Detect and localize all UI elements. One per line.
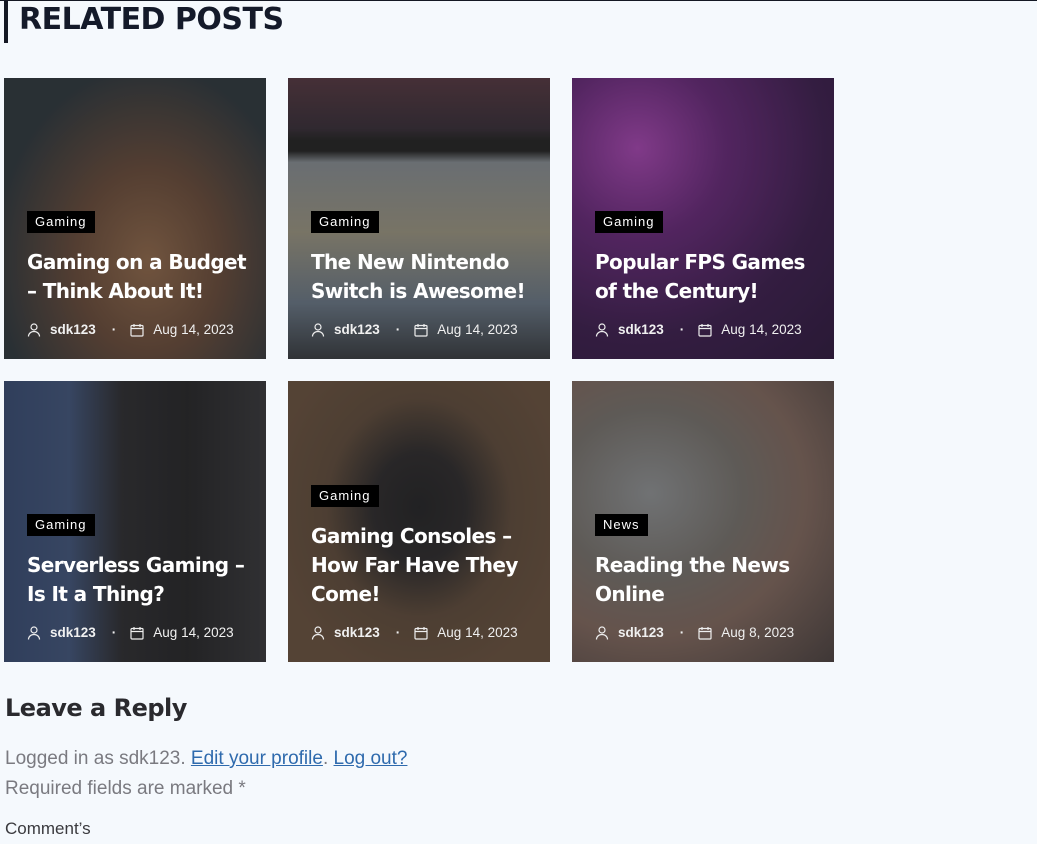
meta-separator: · [395,625,401,640]
post-date: Aug 14, 2023 [153,625,234,640]
post-author[interactable]: sdk123 [334,322,380,337]
post-author[interactable]: sdk123 [618,625,664,640]
post-date: Aug 14, 2023 [153,322,234,337]
comment-label: Comment’s [5,819,91,838]
post-title[interactable]: The New Nintendo Switch is Awesome! [311,248,536,306]
related-post-card[interactable]: Gaming Gaming Consoles – How Far Have Th… [288,381,550,662]
related-post-card[interactable]: Gaming Gaming on a Budget – Think About … [4,78,266,359]
post-author[interactable]: sdk123 [334,625,380,640]
post-author[interactable]: sdk123 [618,322,664,337]
user-icon [595,625,609,640]
category-badge[interactable]: Gaming [311,211,379,233]
meta-separator: · [679,625,685,640]
post-date: Aug 14, 2023 [721,322,802,337]
post-meta: sdk123 · Aug 14, 2023 [311,625,536,640]
user-icon [27,322,41,337]
meta-separator: · [111,322,117,337]
logout-link[interactable]: Log out? [334,748,408,769]
related-posts-heading: RELATED POSTS [4,1,284,43]
calendar-icon [698,323,712,337]
post-title[interactable]: Popular FPS Games of the Century! [595,248,820,306]
edit-profile-link[interactable]: Edit your profile [191,748,323,769]
post-date: Aug 8, 2023 [721,625,795,640]
related-post-card[interactable]: Gaming Serverless Gaming – Is It a Thing… [4,381,266,662]
calendar-icon [414,626,428,640]
calendar-icon [414,323,428,337]
calendar-icon [698,626,712,640]
logged-in-text: Logged in as sdk123. [5,748,191,769]
post-meta: sdk123 · Aug 14, 2023 [595,322,820,337]
meta-separator: · [679,322,685,337]
user-icon [27,625,41,640]
calendar-icon [130,626,144,640]
category-badge[interactable]: Gaming [595,211,663,233]
related-post-card[interactable]: Gaming The New Nintendo Switch is Awesom… [288,78,550,359]
meta-separator: · [111,625,117,640]
post-author[interactable]: sdk123 [50,322,96,337]
post-title[interactable]: Gaming Consoles – How Far Have They Come… [311,522,536,609]
post-meta: sdk123 · Aug 14, 2023 [27,322,252,337]
related-post-card[interactable]: News Reading the News Online sdk123 · Au… [572,381,834,662]
post-author[interactable]: sdk123 [50,625,96,640]
category-badge[interactable]: Gaming [27,211,95,233]
calendar-icon [130,323,144,337]
post-meta: sdk123 · Aug 14, 2023 [311,322,536,337]
leave-reply-heading: Leave a Reply [5,694,187,722]
post-title[interactable]: Serverless Gaming – Is It a Thing? [27,551,252,609]
post-meta: sdk123 · Aug 14, 2023 [27,625,252,640]
user-icon [311,625,325,640]
post-title[interactable]: Reading the News Online [595,551,820,609]
post-title[interactable]: Gaming on a Budget – Think About It! [27,248,252,306]
required-fields-note: Required fields are marked * [5,778,246,799]
user-icon [311,322,325,337]
post-date: Aug 14, 2023 [437,322,518,337]
post-date: Aug 14, 2023 [437,625,518,640]
category-badge[interactable]: News [595,514,648,536]
link-separator: . [322,748,329,769]
meta-separator: · [395,322,401,337]
related-post-card[interactable]: Gaming Popular FPS Games of the Century!… [572,78,834,359]
category-badge[interactable]: Gaming [27,514,95,536]
category-badge[interactable]: Gaming [311,485,379,507]
logged-in-note: Logged in as sdk123. Edit your profile. … [5,748,407,770]
user-icon [595,322,609,337]
post-meta: sdk123 · Aug 8, 2023 [595,625,820,640]
